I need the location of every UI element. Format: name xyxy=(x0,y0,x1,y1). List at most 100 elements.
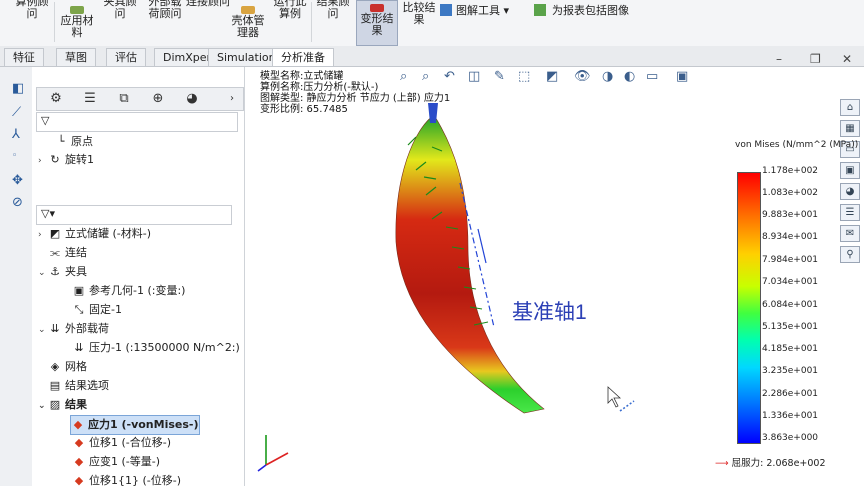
part-icon[interactable]: ◧ xyxy=(12,81,24,96)
fixture-icon: ⚓ xyxy=(50,265,60,278)
chain-link-icon[interactable]: ⊘ xyxy=(12,195,23,210)
fixed-icon: ⤡ xyxy=(74,303,84,316)
point-icon[interactable]: ◦ xyxy=(12,151,17,161)
tree-item-results[interactable]: ⌄ ▨ 结果 xyxy=(38,396,87,414)
filter-icon: ▽▾ xyxy=(41,207,55,220)
run-study-button[interactable]: 运行此算例 xyxy=(272,0,308,42)
tree-item-fixed[interactable]: ⤡ 固定-1 xyxy=(72,301,122,319)
include-image-report-button[interactable]: 为报表包括图像 xyxy=(534,4,644,50)
axes-icon[interactable]: ⅄ xyxy=(12,127,20,142)
yield-strength-label: ⟶ 屈服力: 2.068e+002 xyxy=(715,458,826,469)
legend-tick-label: 1.178e+002 xyxy=(762,166,819,176)
simulation-advisor-icon[interactable]: ⚲ xyxy=(840,246,860,263)
tab-sketch[interactable]: 草图 xyxy=(56,48,96,66)
tree-item-connections[interactable]: ⫘ 连结 xyxy=(48,244,87,262)
report-image-icon xyxy=(534,4,546,16)
load-icon: ⇊ xyxy=(50,322,60,335)
pressure-icon: ⇊ xyxy=(74,341,84,354)
feature-manager-panel: ⚙ ☰ ⧉ ⊕ ◕ › ▽ └ 原点 › ↻ 旋转1 ▽▾ › ◩ 立式储罐 (-材料-)… xyxy=(32,67,275,487)
triad-icon xyxy=(257,435,289,472)
tab-features[interactable]: 特征 xyxy=(4,48,44,66)
tab-evaluate[interactable]: 评估 xyxy=(106,48,146,66)
result-options-icon: ▤ xyxy=(49,379,61,392)
left-toolbar: ◧ ⟋ ⅄ ◦ ✥ ⊘ xyxy=(0,67,33,486)
tree-item-fixtures[interactable]: ⌄ ⚓ 夹具 xyxy=(38,263,87,281)
tree-item-revolve[interactable]: › ↻ 旋转1 xyxy=(38,151,94,169)
legend-tick-label: 8.934e+001 xyxy=(762,232,819,242)
ribbon-separator xyxy=(311,2,312,42)
collapse-arrow-icon[interactable]: ⌄ xyxy=(38,321,48,339)
command-ribbon: 算例顾问 应用材料 夹具顾问 外部载荷顾问 连接顾问 壳体管理器 运行此算例 结… xyxy=(0,0,864,47)
tree-item-stress-plot[interactable]: ◆ 应力1 (-vonMises-) xyxy=(70,415,200,435)
axis-arrow xyxy=(477,228,487,264)
legend-tick-label: 3.863e+000 xyxy=(762,433,819,443)
connections-advisor-button[interactable]: 连接顾问 xyxy=(186,0,230,42)
deformed-tank-model xyxy=(395,114,545,414)
forum-icon[interactable]: ✉ xyxy=(840,225,860,242)
external-loads-advisor-button[interactable]: 外部载荷顾问 xyxy=(144,0,186,42)
reference-axis-label: 基准轴1 xyxy=(512,301,587,324)
stress-plot-icon: ◆ xyxy=(73,418,83,431)
custom-properties-icon[interactable]: ☰ xyxy=(840,204,860,221)
deformed-result-button[interactable]: 变形结果 xyxy=(356,0,398,46)
home-icon[interactable]: ⌂ xyxy=(840,99,860,116)
legend-tick-label: 1.336e+001 xyxy=(762,411,819,421)
feature-tree-filter[interactable]: ▽ xyxy=(36,112,238,132)
design-library-icon[interactable]: ▦ xyxy=(840,120,860,137)
revolve-icon: ↻ xyxy=(50,153,60,166)
view-orientation-icon[interactable]: ✥ xyxy=(12,173,23,188)
close-icon[interactable]: ✕ xyxy=(842,52,852,66)
appearances-icon[interactable]: ◕ xyxy=(840,183,860,200)
property-manager-tab-icon[interactable]: ☰ xyxy=(75,90,105,107)
results-folder-icon: ▨ xyxy=(49,398,61,411)
shell-icon xyxy=(241,6,255,14)
yield-arrow-icon: ⟶ xyxy=(715,458,729,469)
tree-item-strain-plot[interactable]: ◆ 应变1 (-等量-) xyxy=(72,453,160,471)
tree-item-result-options[interactable]: ▤ 结果选项 xyxy=(48,377,109,395)
legend-tick-label: 4.185e+001 xyxy=(762,344,819,354)
dimxpert-tab-icon[interactable]: ⊕ xyxy=(143,90,173,107)
study-tree-filter[interactable]: ▽▾ xyxy=(36,205,232,225)
ref-geometry-icon: ▣ xyxy=(73,284,85,297)
tree-item-part[interactable]: › ◩ 立式储罐 (-材料-) xyxy=(38,225,151,243)
chevron-right-icon[interactable]: › xyxy=(217,90,247,107)
ribbon-separator xyxy=(54,2,55,42)
legend-tick-label: 7.034e+001 xyxy=(762,277,819,287)
filter-icon: ▽ xyxy=(41,114,50,127)
collapse-arrow-icon[interactable]: ⌄ xyxy=(38,264,48,282)
tree-item-mesh[interactable]: ◈ 网格 xyxy=(48,358,87,376)
sketch-line-icon[interactable]: ⟋ xyxy=(12,105,21,120)
feature-tree-tab-icon[interactable]: ⚙ xyxy=(41,90,71,107)
material-icon xyxy=(70,6,84,14)
collapse-arrow-icon[interactable]: ⌄ xyxy=(38,397,48,415)
tree-item-displacement-plot-2[interactable]: ◆ 位移1{1} (-位移-) xyxy=(72,472,181,490)
view-palette-icon[interactable]: ▣ xyxy=(840,162,860,179)
display-manager-tab-icon[interactable]: ◕ xyxy=(177,90,207,107)
plot-tools-button[interactable]: 图解工具 ▾ xyxy=(440,4,530,50)
connection-icon: ⫘ xyxy=(50,246,60,259)
displacement-plot-icon: ◆ xyxy=(74,436,84,449)
expand-arrow-icon[interactable]: › xyxy=(38,152,48,170)
tab-analysis-preparation[interactable]: 分析准备 xyxy=(272,48,334,66)
tree-item-external-loads[interactable]: ⌄ ⇊ 外部载荷 xyxy=(38,320,109,338)
legend-tick-label: 9.883e+001 xyxy=(762,210,819,220)
restore-icon[interactable]: ❐ xyxy=(810,52,821,66)
results-advisor-button[interactable]: 结果顾问 xyxy=(314,0,352,42)
minimize-icon[interactable]: – xyxy=(776,52,782,66)
configuration-manager-tab-icon[interactable]: ⧉ xyxy=(109,90,139,107)
tree-item-reference-geometry[interactable]: ▣ 参考几何-1 (:变量:) xyxy=(72,282,186,300)
legend-tick-label: 7.984e+001 xyxy=(762,255,819,265)
expand-arrow-icon[interactable]: › xyxy=(38,226,48,244)
part-icon: ◩ xyxy=(49,227,61,240)
tree-item-displacement-plot[interactable]: ◆ 位移1 (-合位移-) xyxy=(72,434,171,452)
fixtures-advisor-button[interactable]: 夹具顾问 xyxy=(100,0,140,42)
legend-title: von Mises (N/mm^2 (MPa)) xyxy=(735,140,859,150)
tree-item-origin[interactable]: └ 原点 xyxy=(54,133,93,151)
tree-item-pressure[interactable]: ⇊ 压力-1 (:13500000 N/m^2:) xyxy=(72,339,239,357)
legend-tick-label: 3.235e+001 xyxy=(762,366,819,376)
color-scale-bar xyxy=(737,172,761,444)
command-manager-tabs: 特征 草图 评估 DimXpert Simulation 分析准备 xyxy=(0,46,864,67)
compare-results-button[interactable]: 比较结果 xyxy=(400,2,438,48)
case-advisor-button[interactable]: 算例顾问 xyxy=(12,0,52,42)
legend-tick-label: 1.083e+002 xyxy=(762,188,819,198)
